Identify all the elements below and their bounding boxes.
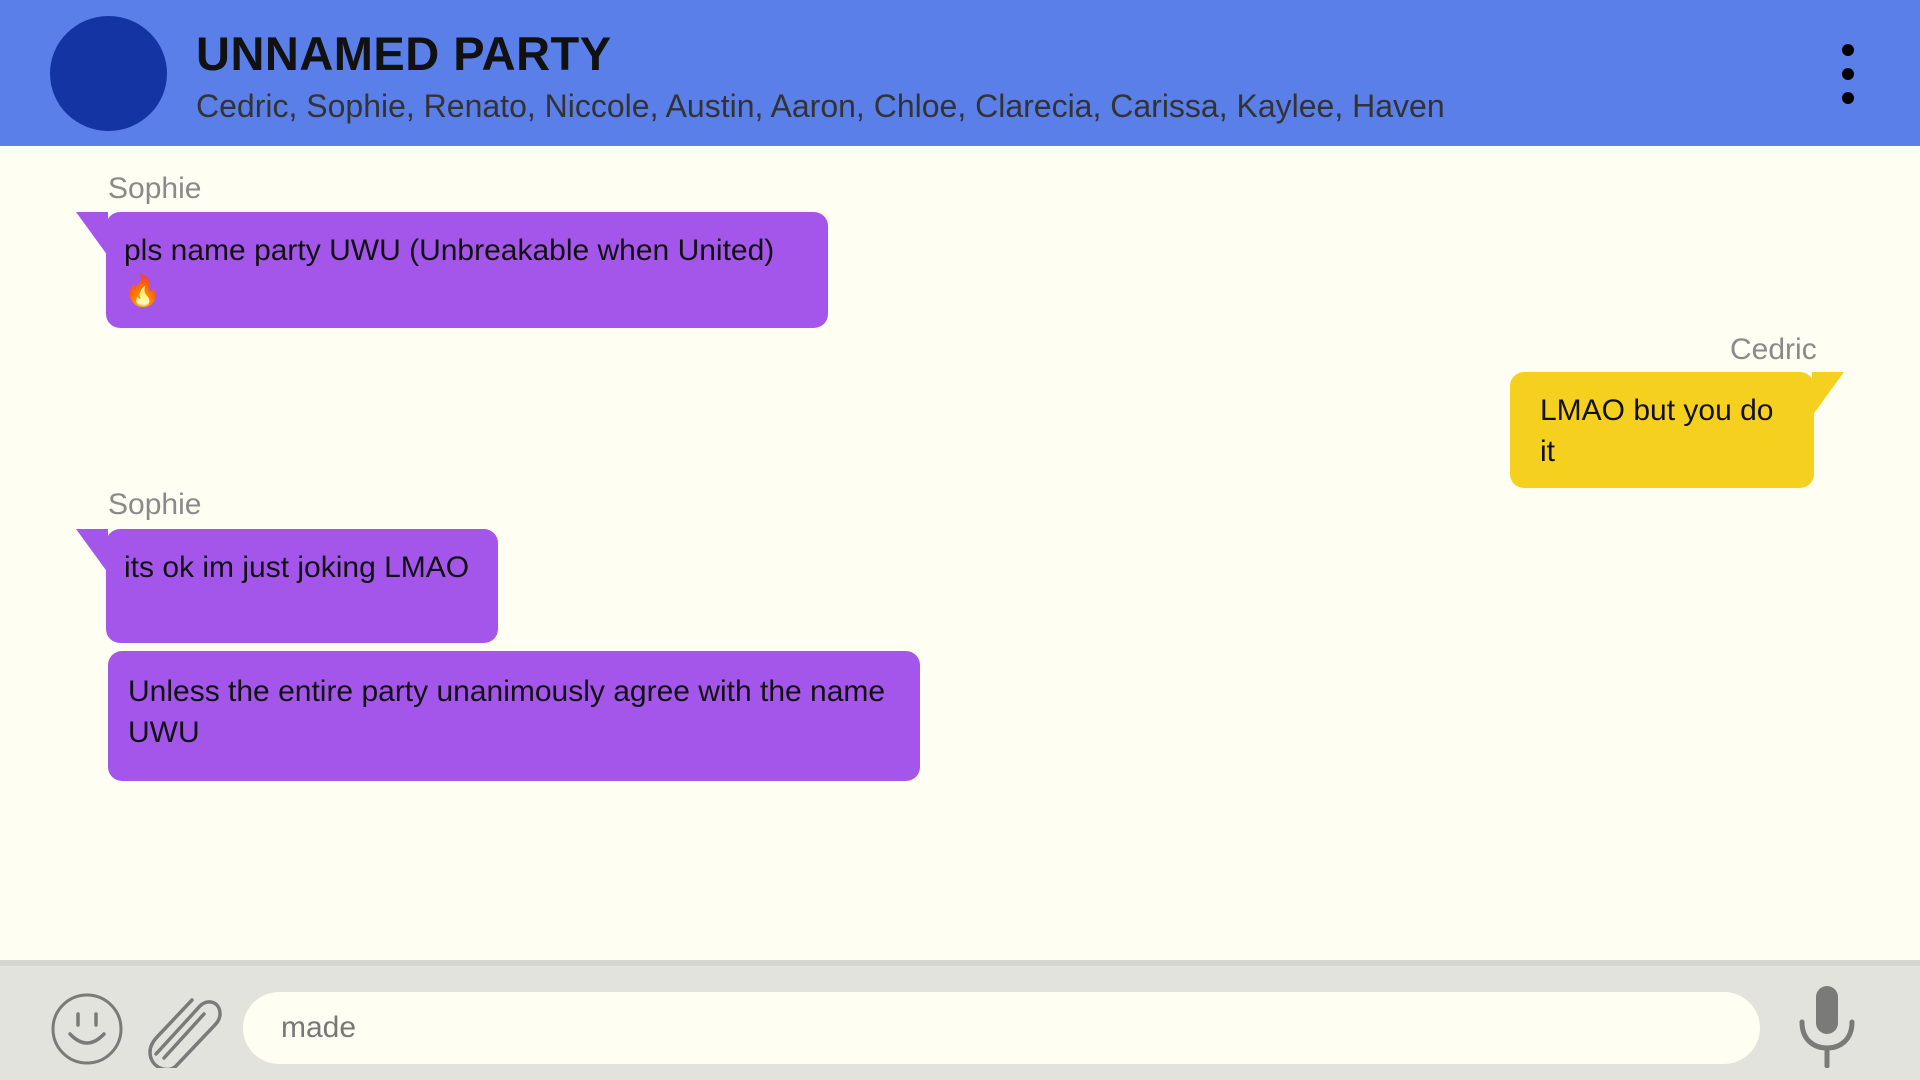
group-title: UNNAMED PARTY (196, 27, 612, 80)
more-vertical-icon[interactable] (1830, 44, 1866, 104)
message-bubble[interactable]: Unless the entire party unanimously agre… (108, 651, 920, 781)
message-bubble[interactable]: its ok im just joking LMAO (106, 529, 498, 643)
member-list: Cedric, Sophie, Renato, Niccole, Austin,… (196, 88, 1445, 124)
message-text: pls name party UWU (Unbreakable when Uni… (124, 234, 775, 308)
bubble-tail (76, 212, 108, 256)
message-bubble[interactable]: LMAO but you do it (1510, 372, 1814, 488)
smiley-icon[interactable] (50, 992, 124, 1071)
message-text: its ok im just joking LMAO (124, 551, 470, 584)
bubble-tail (1812, 372, 1844, 416)
group-avatar[interactable] (50, 16, 167, 131)
paperclip-icon[interactable] (142, 988, 226, 1073)
message-list: Sophie pls name party UWU (Unbreakable w… (0, 146, 1920, 960)
bubble-tail (76, 529, 108, 573)
message-sender: Cedric (1730, 333, 1817, 366)
message-text: LMAO but you do it (1540, 394, 1774, 468)
message-text: Unless the entire party unanimously agre… (128, 675, 886, 749)
microphone-icon[interactable] (1796, 984, 1858, 1073)
message-sender: Sophie (108, 488, 202, 521)
message-sender: Sophie (108, 172, 202, 205)
composer-bar (0, 960, 1920, 1080)
message-bubble[interactable]: pls name party UWU (Unbreakable when Uni… (106, 212, 828, 328)
chat-header: UNNAMED PARTY Cedric, Sophie, Renato, Ni… (0, 0, 1920, 146)
message-input[interactable] (243, 992, 1760, 1064)
